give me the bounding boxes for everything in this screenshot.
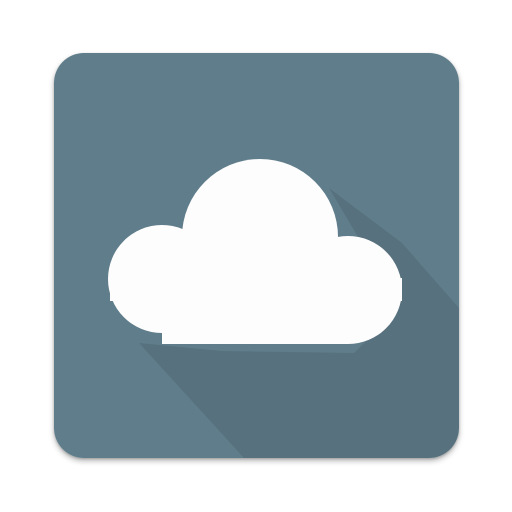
icon-canvas bbox=[0, 0, 512, 512]
app-icon-tile[interactable] bbox=[54, 53, 459, 458]
app-icon-graphic bbox=[54, 53, 459, 458]
